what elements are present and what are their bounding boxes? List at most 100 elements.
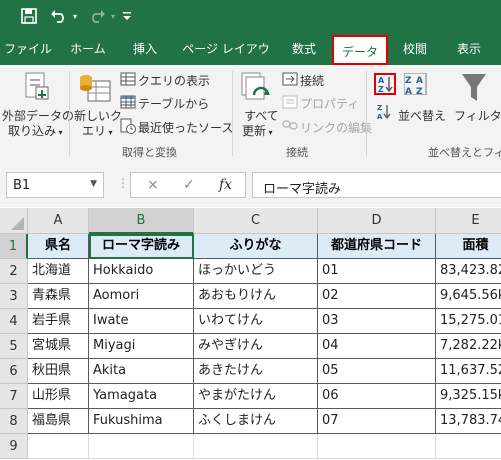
table-cell[interactable]: Hokkaido xyxy=(89,259,194,284)
row-header-4[interactable]: 4 xyxy=(0,309,28,334)
customize-qat-icon[interactable] xyxy=(120,6,134,26)
column-header-e[interactable]: E xyxy=(436,208,501,234)
empty-cell[interactable] xyxy=(436,434,501,459)
table-cell[interactable]: 福島県 xyxy=(28,409,89,434)
from-table-button[interactable]: テーブルから xyxy=(138,95,209,112)
table-cell[interactable]: 13,783.74 xyxy=(436,409,501,434)
sort-z-a-small-icon[interactable]: ZA xyxy=(376,102,392,125)
header-cell[interactable]: ふりがな xyxy=(194,234,318,259)
undo-icon[interactable] xyxy=(48,6,70,26)
table-cell[interactable]: 7,282.22k xyxy=(436,334,501,359)
table-cell[interactable]: やまがたけん xyxy=(194,384,318,409)
tab-page-layout[interactable]: ページ レイアウト xyxy=(178,33,274,88)
header-cell[interactable]: 県名 xyxy=(28,234,89,259)
column-header-d[interactable]: D xyxy=(318,208,436,234)
table-cell[interactable]: Yamagata xyxy=(89,384,194,409)
connections-button[interactable]: 接続 xyxy=(300,72,324,89)
save-icon[interactable] xyxy=(18,6,40,26)
table-cell[interactable]: ふくしまけん xyxy=(194,409,318,434)
table-cell[interactable]: 05 xyxy=(318,359,436,384)
table-cell[interactable]: 06 xyxy=(318,384,436,409)
table-cell[interactable]: 宮城県 xyxy=(28,334,89,359)
column-header-b[interactable]: B xyxy=(89,208,194,234)
table-cell[interactable]: Iwate xyxy=(89,309,194,334)
redo-icon[interactable] xyxy=(86,6,108,26)
tab-home[interactable]: ホーム xyxy=(60,33,116,65)
ribbon-separator xyxy=(69,71,70,156)
row-header-7[interactable]: 7 xyxy=(0,384,28,409)
table-cell[interactable]: いわてけん xyxy=(194,309,318,334)
table-cell[interactable]: Fukushima xyxy=(89,409,194,434)
refresh-all-icon[interactable] xyxy=(240,71,272,108)
refresh-all-label-2[interactable]: 更新 ▾ xyxy=(242,122,273,139)
row-header-6[interactable]: 6 xyxy=(0,359,28,384)
table-cell[interactable]: 秋田県 xyxy=(28,359,89,384)
table-cell[interactable]: 11,637.52 xyxy=(436,359,501,384)
table-cell[interactable]: 15,275.01 xyxy=(436,309,501,334)
table-cell[interactable]: みやぎけん xyxy=(194,334,318,359)
column-header-a[interactable]: A xyxy=(28,208,89,234)
table-cell[interactable]: Miyagi xyxy=(89,334,194,359)
empty-cell[interactable] xyxy=(89,434,194,459)
select-all-corner[interactable] xyxy=(0,208,28,234)
table-cell[interactable]: 北海道 xyxy=(28,259,89,284)
sort-button[interactable]: 並べ替え xyxy=(398,107,446,124)
header-cell[interactable]: 都道府県コード xyxy=(318,234,436,259)
edit-links-button[interactable]: リンクの編集 xyxy=(300,119,372,136)
redo-dropdown-icon[interactable]: ▾ xyxy=(108,6,118,26)
table-cell[interactable]: Aomori xyxy=(89,284,194,309)
tab-data[interactable]: データ xyxy=(332,35,388,65)
show-queries-button[interactable]: クエリの表示 xyxy=(138,72,210,89)
row-header-5[interactable]: 5 xyxy=(0,334,28,359)
table-cell[interactable]: あきたけん xyxy=(194,359,318,384)
table-cell[interactable]: 岩手県 xyxy=(28,309,89,334)
column-header-c[interactable]: C xyxy=(194,208,318,234)
tab-file[interactable]: ファイル xyxy=(0,33,56,65)
new-query-icon[interactable] xyxy=(78,71,112,108)
row-header-9[interactable]: 9 xyxy=(0,434,28,459)
table-cell[interactable]: 01 xyxy=(318,259,436,284)
header-cell[interactable]: ローマ字読み xyxy=(89,234,194,259)
table-cell[interactable]: 9,325.15k xyxy=(436,384,501,409)
table-cell[interactable]: ほっかいどう xyxy=(194,259,318,284)
filter-icon[interactable] xyxy=(460,71,488,108)
table-cell[interactable]: 山形県 xyxy=(28,384,89,409)
get-external-data-label-2[interactable]: 取り込み ▾ xyxy=(8,122,63,139)
empty-cell[interactable] xyxy=(28,434,89,459)
recent-sources-button[interactable]: 最近使ったソース xyxy=(138,119,233,136)
tab-review[interactable]: 校閲 xyxy=(392,33,438,65)
table-cell[interactable]: 07 xyxy=(318,409,436,434)
name-box[interactable]: B1 ▼ xyxy=(6,172,104,198)
table-cell[interactable]: Akita xyxy=(89,359,194,384)
row-header-2[interactable]: 2 xyxy=(0,259,28,284)
row-header-3[interactable]: 3 xyxy=(0,284,28,309)
tab-view[interactable]: 表示 xyxy=(446,33,492,65)
table-cell[interactable]: 03 xyxy=(318,309,436,334)
empty-cell[interactable] xyxy=(194,434,318,459)
drag-handle-icon[interactable]: ⋮ xyxy=(117,176,129,190)
row-header-8[interactable]: 8 xyxy=(0,409,28,434)
insert-function-icon[interactable]: fx xyxy=(219,177,232,193)
cancel-icon[interactable]: × xyxy=(147,177,159,193)
empty-cell[interactable] xyxy=(318,434,436,459)
properties-button[interactable]: プロパティ xyxy=(300,95,359,112)
tab-formulas[interactable]: 数式 xyxy=(282,33,326,65)
table-cell[interactable]: 83,423.82 xyxy=(436,259,501,284)
new-query-label-2[interactable]: エリ ▾ xyxy=(82,122,113,139)
get-external-data-icon[interactable] xyxy=(24,71,50,104)
tab-insert[interactable]: 挿入 xyxy=(120,33,170,65)
sort-a-z-icon[interactable]: AZ xyxy=(374,73,396,98)
header-cell[interactable]: 面積 xyxy=(436,234,501,259)
table-cell[interactable]: 04 xyxy=(318,334,436,359)
row-header-1[interactable]: 1 xyxy=(0,234,28,259)
sort-z-a-icon[interactable]: ZAAZ xyxy=(403,72,434,98)
undo-dropdown-icon[interactable]: ▾ xyxy=(70,6,80,26)
filter-button[interactable]: フィルター xyxy=(454,107,501,124)
enter-icon[interactable]: ✓ xyxy=(183,177,195,193)
table-cell[interactable]: 青森県 xyxy=(28,284,89,309)
table-cell[interactable]: 02 xyxy=(318,284,436,309)
chevron-down-icon[interactable]: ▼ xyxy=(90,179,97,189)
formula-input[interactable]: ローマ字読み xyxy=(252,172,501,198)
table-cell[interactable]: あおもりけん xyxy=(194,284,318,309)
table-cell[interactable]: 9,645.56k xyxy=(436,284,501,309)
